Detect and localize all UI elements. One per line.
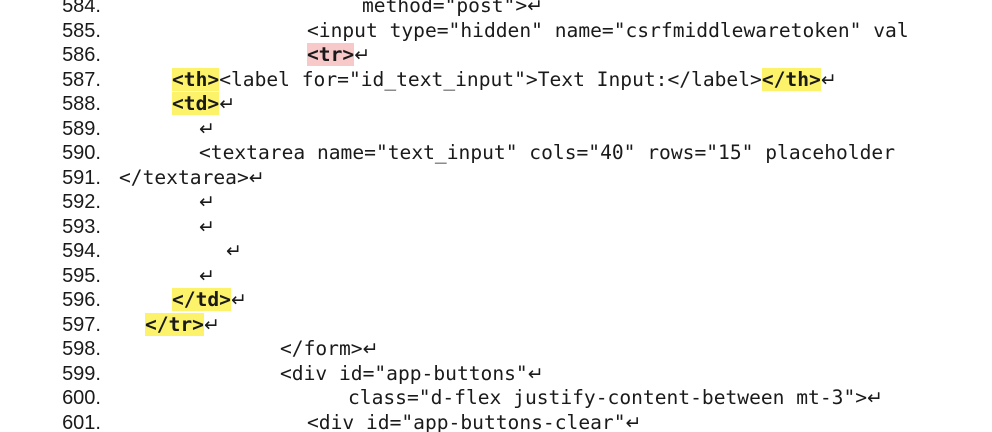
code-text: ↵ [199, 215, 215, 240]
code-text: </td>↵ [172, 288, 247, 313]
code-text: <tr>↵ [307, 43, 370, 68]
code-text: ↵ [199, 264, 215, 289]
code-line[interactable]: 595. ↵ [0, 264, 992, 289]
current-tag-highlight: <tr> [307, 43, 355, 66]
line-number: 593. [62, 215, 101, 238]
code-text: <td>↵ [172, 92, 235, 117]
newline-icon: ↵ [199, 117, 215, 140]
newline-icon: ↵ [362, 338, 379, 360]
newline-icon: ↵ [219, 93, 236, 115]
code-line[interactable]: 584. method="post">↵ [0, 0, 992, 19]
code-segment: method="post"> [362, 0, 528, 17]
line-number: 596. [62, 289, 101, 311]
newline-icon: ↵ [230, 289, 247, 311]
code-line[interactable]: 589. ↵ [0, 117, 992, 142]
newline-icon: ↵ [820, 68, 837, 91]
line-number: 585. [62, 19, 101, 42]
code-text: </form>↵ [280, 337, 379, 362]
code-line[interactable]: 599. <div id="app-buttons"↵ [0, 362, 992, 387]
code-line[interactable]: 596. </td>↵ [0, 288, 992, 313]
newline-icon: ↵ [199, 191, 215, 213]
matched-tag-highlight: <th> [172, 67, 220, 91]
line-number: 597. [62, 313, 101, 336]
line-number: 587. [62, 68, 101, 91]
line-number: 595. [62, 264, 101, 287]
code-line[interactable]: 601. <div id="app-buttons-clear"↵ [0, 411, 992, 432]
newline-icon: ↵ [248, 166, 265, 189]
line-number: 592. [62, 191, 101, 213]
newline-icon: ↵ [867, 387, 883, 409]
newline-icon: ↵ [625, 411, 642, 432]
line-number: 589. [62, 117, 101, 140]
matched-tag-highlight: </td> [172, 288, 231, 311]
matched-tag-highlight: </th> [761, 67, 821, 91]
code-text: </tr>↵ [145, 312, 220, 338]
code-line[interactable]: 585. <input type="hidden" name="csrfmiddl… [0, 19, 992, 44]
code-segment: </textarea> [119, 165, 249, 189]
line-number: 594. [62, 240, 101, 262]
code-text: ↵ [199, 190, 215, 215]
newline-icon: ↵ [354, 44, 371, 66]
code-segment: </form> [280, 337, 363, 360]
code-text: <input type="hidden" name="csrfmiddlewar… [307, 19, 909, 44]
code-line[interactable]: 594. ↵ [0, 239, 992, 264]
newline-icon: ↵ [226, 240, 242, 262]
code-line[interactable]: 600. class="d-flex justify-content-betwee… [0, 386, 992, 411]
line-number: 584. [62, 0, 101, 17]
code-line[interactable]: 593. ↵ [0, 215, 992, 240]
code-text: ↵ [199, 117, 215, 142]
code-line[interactable]: 588. <td>↵ [0, 92, 992, 117]
code-text: <div id="app-buttons-clear"↵ [307, 411, 641, 432]
code-line[interactable]: 597. </tr>↵ [0, 312, 992, 338]
line-number: 586. [62, 44, 101, 66]
code-segment: <label for="id_text_input">Text Input:</… [219, 67, 762, 91]
code-line[interactable]: 592. ↵ [0, 190, 992, 215]
code-line[interactable]: 586. <tr>↵ [0, 43, 992, 68]
code-segment: <textarea name="text_input" cols="40" ro… [199, 141, 895, 164]
newline-icon: ↵ [199, 215, 215, 238]
code-text: <textarea name="text_input" cols="40" ro… [199, 141, 895, 166]
code-editor[interactable]: 584. method="post">↵ 585. <input type="hidd… [0, 0, 992, 432]
code-segment: class="d-flex justify-content-between mt… [348, 386, 868, 409]
code-text: <th><label for="id_text_input">Text Inpu… [172, 67, 837, 93]
code-line[interactable]: 591. </textarea>↵ [0, 166, 992, 191]
line-number: 601. [62, 411, 101, 432]
line-number: 599. [62, 362, 101, 385]
code-text: </textarea>↵ [119, 166, 265, 191]
code-line[interactable]: 598. </form>↵ [0, 337, 992, 362]
code-line[interactable]: 590. <textarea name="text_input" cols="40… [0, 141, 992, 166]
newline-icon: ↵ [203, 313, 220, 336]
line-number: 598. [62, 338, 101, 360]
line-number: 600. [62, 387, 101, 409]
newline-icon: ↵ [199, 264, 215, 287]
code-text: <div id="app-buttons"↵ [280, 362, 544, 387]
code-segment: <div id="app-buttons" [280, 361, 528, 385]
code-text: class="d-flex justify-content-between mt… [348, 386, 883, 411]
line-number: 590. [62, 142, 101, 164]
newline-icon: ↵ [527, 362, 544, 385]
code-segment: <div id="app-buttons-clear" [307, 410, 626, 432]
code-text: method="post">↵ [362, 0, 543, 19]
matched-tag-highlight: <td> [172, 92, 220, 115]
line-number: 591. [62, 166, 101, 189]
matched-tag-highlight: </tr> [145, 312, 204, 336]
code-text: ↵ [226, 239, 242, 264]
code-segment: <input type="hidden" name="csrfmiddlewar… [307, 18, 909, 42]
newline-icon: ↵ [527, 0, 544, 17]
line-number: 588. [62, 93, 101, 115]
code-line[interactable]: 587. <th><label for="id_text_input">Text … [0, 67, 992, 93]
